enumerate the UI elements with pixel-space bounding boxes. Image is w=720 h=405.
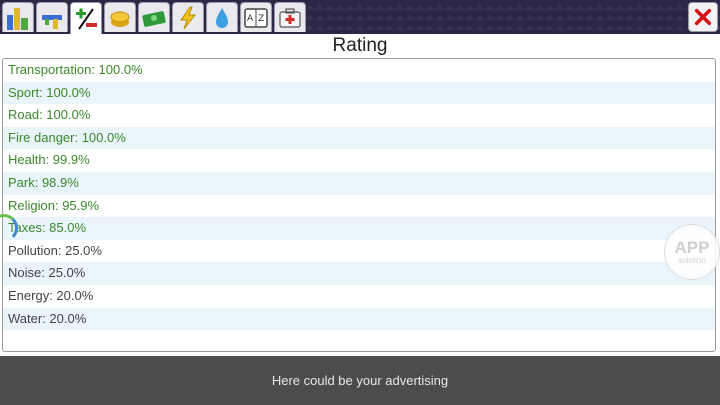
tab-buildings[interactable] (2, 2, 34, 32)
svg-text:Z: Z (258, 14, 264, 24)
list-item: Water: 20.0% (3, 307, 715, 331)
book-az-icon: A Z (244, 7, 268, 28)
watermark-text: APP (674, 238, 710, 257)
rating-list[interactable]: Transportation: 100.0% Sport: 100.0% Roa… (2, 58, 716, 352)
medical-kit-icon (279, 7, 301, 28)
list-item: Pollution: 25.0% (8, 242, 102, 258)
advertising-banner[interactable]: Here could be your advertising (0, 356, 720, 405)
tab-energy[interactable] (172, 2, 204, 32)
close-icon (694, 8, 712, 26)
list-item: Religion: 95.9% (8, 197, 100, 213)
page-title: Rating (332, 35, 388, 56)
tab-coins[interactable] (104, 2, 136, 32)
watermark-subtext: solution (678, 256, 706, 265)
svg-text:A: A (247, 14, 254, 24)
list-item: Noise: 25.0% (3, 262, 715, 285)
list-item: Fire danger: 100.0% (3, 126, 715, 150)
app-solution-watermark: APP solution (664, 224, 720, 280)
plus-minus-icon (76, 7, 97, 30)
tab-water[interactable] (206, 2, 238, 32)
rating-panel: Rating Transportation: 100.0% Sport: 100… (0, 34, 720, 356)
tab-medical[interactable] (274, 2, 306, 32)
coins-icon (110, 11, 130, 27)
list-item: Road: 100.0% (8, 107, 91, 123)
advertising-text: Here could be your advertising (271, 373, 449, 388)
level-bars-icon (42, 14, 62, 29)
cash-icon (142, 10, 166, 27)
tab-dictionary[interactable]: A Z (240, 2, 272, 32)
close-button[interactable] (688, 2, 718, 32)
lightning-icon (180, 6, 197, 29)
list-item: Energy: 20.0% (8, 287, 94, 303)
list-item: Park: 98.9% (3, 171, 715, 195)
tab-levels[interactable] (36, 2, 68, 32)
list-item: Transportation: 100.0% (8, 62, 143, 77)
tab-rating[interactable] (70, 2, 102, 34)
list-item: Health: 99.9% (8, 152, 90, 168)
list-item: Taxes: 85.0% (3, 217, 715, 240)
list-item: Sport: 100.0% (3, 81, 715, 105)
tab-cash[interactable] (138, 2, 170, 32)
category-tab-bar: A Z (2, 2, 306, 34)
water-drop-icon (216, 7, 228, 28)
city-buildings-icon (7, 7, 28, 30)
